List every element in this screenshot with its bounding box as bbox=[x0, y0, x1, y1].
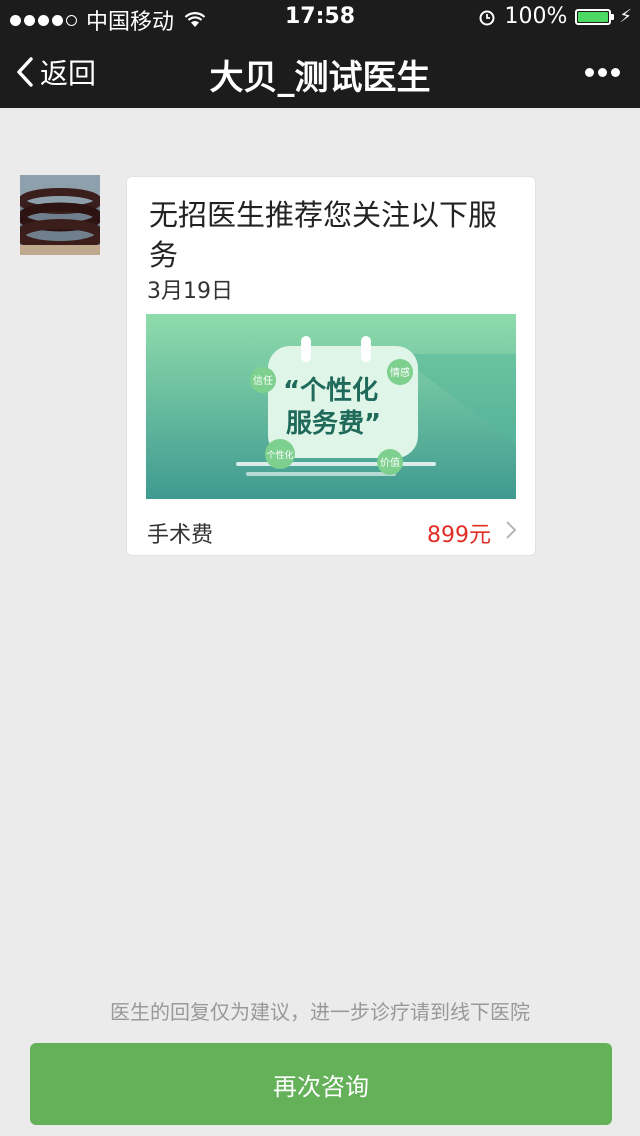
alarm-icon bbox=[479, 10, 495, 25]
banner-tag-personal: 个性化 bbox=[266, 449, 293, 461]
more-options-icon[interactable] bbox=[581, 68, 620, 77]
banner-tag-trust: 信任 bbox=[253, 374, 273, 387]
card-title: 无招医生推荐您关注以下服务 bbox=[149, 198, 498, 272]
disclaimer-text: 医生的回复仅为建议，进一步诊疗请到线下医院 bbox=[110, 1000, 530, 1024]
status-right: 100% ⚡ bbox=[478, 4, 632, 29]
banner-tag-value: 价值 bbox=[380, 456, 400, 469]
service-banner: “个性化 服务费” 信任 情感 个性化 价值 bbox=[146, 314, 516, 499]
banner-headline-line2: 服务费” bbox=[286, 409, 381, 439]
consult-again-button[interactable]: 再次咨询 bbox=[30, 1043, 612, 1125]
chevron-right-icon bbox=[506, 521, 517, 539]
item-price: 899元 bbox=[427, 523, 491, 548]
battery-label: 100% bbox=[504, 4, 568, 29]
doctor-avatar[interactable] bbox=[20, 175, 100, 255]
service-card[interactable]: 无招医生推荐您关注以下服务 3月19日 “个性化 服务费” 信任 情感 个性化 … bbox=[126, 176, 536, 556]
nav-bar: 返回 大贝_测试医生 bbox=[0, 34, 640, 108]
card-date: 3月19日 bbox=[147, 279, 233, 304]
charging-icon: ⚡ bbox=[619, 6, 632, 27]
banner-headline-line1: “个性化 bbox=[283, 376, 378, 406]
battery-icon bbox=[575, 8, 615, 25]
banner-tag-emotion: 情感 bbox=[390, 366, 410, 379]
page-title: 大贝_测试医生 bbox=[209, 58, 431, 98]
item-label: 手术费 bbox=[147, 523, 214, 548]
status-bar: 中国移动 17:58 100% ⚡ bbox=[0, 0, 640, 35]
